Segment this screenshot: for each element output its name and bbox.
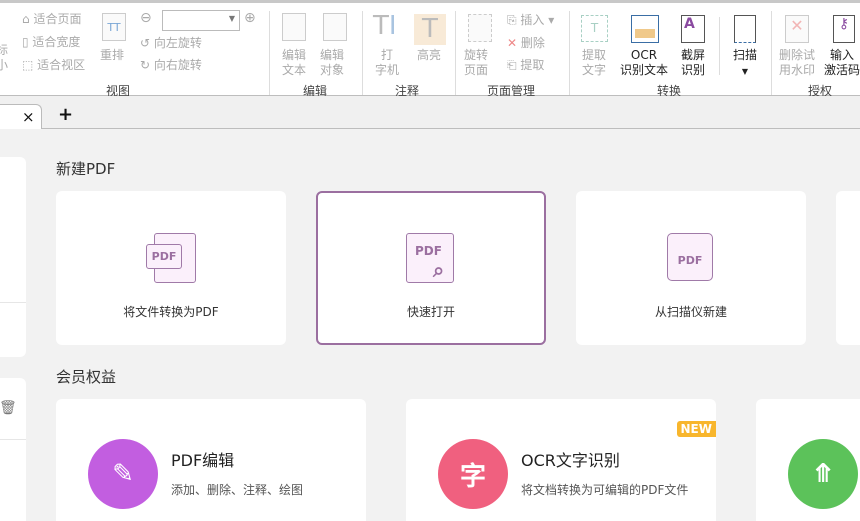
screenshot-ocr-button[interactable]: 截屏 识别 (681, 48, 705, 78)
edit-text-button[interactable]: 编辑 文本 (282, 48, 306, 78)
merge-card[interactable]: ⤊ (756, 399, 860, 521)
more-card[interactable] (836, 191, 860, 345)
convert-to-pdf-card[interactable]: PDF 将文件转换为PDF (56, 191, 286, 345)
from-scanner-card[interactable]: PDF 从扫描仪新建 (576, 191, 806, 345)
fit-page-button[interactable]: ⌂ 适合页面 (22, 12, 81, 26)
fit-width-label: 适合宽度 (32, 35, 81, 49)
rotate-left-label: 向左旋转 (153, 36, 202, 50)
zoom-out-icon[interactable]: ⊖ (140, 11, 152, 25)
ribbon-toolbar: 标 小 ⌂ 适合页面 ▯ 适合宽度 ⬚ 适合视区 TT 重排 ⊖ ▼ ⊕ ↺ 向… (0, 0, 860, 98)
key-icon: ⚷ (833, 15, 855, 43)
divider (0, 302, 26, 303)
reflow-icon: TT (102, 13, 126, 41)
typewriter-button[interactable]: 打 字机 (375, 48, 399, 78)
chevron-down-icon: ▼ (228, 14, 235, 23)
card-desc: 添加、删除、注释、绘图 (171, 483, 304, 497)
remove-watermark-button[interactable]: 删除试 用水印 (779, 48, 815, 78)
add-tab-button[interactable]: + (58, 104, 73, 125)
zoom-in-icon[interactable]: ⊕ (244, 11, 256, 25)
ocr-button[interactable]: OCR 识别文本 (620, 48, 668, 78)
card-label: 从扫描仪新建 (654, 305, 727, 319)
divider (719, 17, 720, 75)
edit-object-icon (323, 13, 347, 41)
pdf-edit-card[interactable]: ✎ PDF编辑 添加、删除、注释、绘图 (56, 399, 366, 521)
divider (771, 11, 772, 95)
divider (362, 11, 363, 95)
ocr-icon (631, 15, 659, 43)
scan-button[interactable]: 扫描 ▼ (733, 48, 757, 79)
ocr-text-icon: 字 (438, 439, 508, 509)
remove-watermark-icon: ✕ (785, 15, 809, 43)
pdf-search-icon: PDF ⌕ (406, 233, 454, 283)
edit-object-button[interactable]: 编辑 对象 (320, 48, 344, 78)
trash-icon[interactable]: 🗑 (0, 400, 17, 416)
extract-text-button[interactable]: 提取 文字 (582, 48, 606, 78)
rotate-page-button[interactable]: 旋转 页面 (464, 48, 488, 78)
fit-view-label: 适合视区 (37, 58, 86, 72)
rotate-left-button[interactable]: ↺ 向左旋转 (140, 36, 202, 50)
tab-document[interactable]: × (0, 104, 42, 129)
section-title-new-pdf: 新建PDF (56, 160, 116, 178)
scanner-icon: PDF (667, 233, 713, 281)
highlight-button[interactable]: 高亮 (417, 48, 441, 63)
card-label: 将文件转换为PDF (123, 305, 219, 319)
card-title: PDF编辑 (171, 451, 235, 470)
card-label: 快速打开 (406, 305, 455, 319)
pencil-icon: ✎ (88, 439, 158, 509)
insert-label: 插入 (520, 13, 545, 27)
fit-page-label: 适合页面 (33, 12, 82, 26)
delete-button[interactable]: ✕ 删除 (507, 36, 545, 50)
reflow-button[interactable]: 重排 (100, 48, 124, 63)
new-badge: NEW (676, 421, 716, 437)
divider (569, 11, 570, 95)
merge-icon: ⤊ (788, 439, 858, 509)
typewriter-icon: TI (373, 11, 397, 41)
fit-width-button[interactable]: ▯ 适合宽度 (22, 35, 80, 49)
screenshot-ocr-icon: A (681, 15, 705, 43)
highlight-icon: T (414, 14, 446, 45)
scan-icon (734, 15, 756, 43)
card-desc: 将文档转换为可编辑的PDF文件 (521, 483, 689, 497)
divider (0, 439, 26, 440)
activation-button[interactable]: 输入 激活码 (824, 48, 860, 78)
fit-view-button[interactable]: ⬚ 适合视区 (22, 58, 85, 72)
extract-label: 提取 (520, 58, 545, 72)
delete-label: 删除 (520, 36, 545, 50)
tab-bar: × + (0, 96, 860, 129)
ocr-highlight (635, 29, 655, 38)
ocr-card[interactable]: 字 OCR文字识别 将文档转换为可编辑的PDF文件 NEW (406, 399, 716, 521)
scan-label: 扫描 (733, 48, 758, 62)
pdf-label-icon: PDF (146, 244, 182, 269)
insert-button[interactable]: ⎘ 插入 ▾ (507, 13, 554, 27)
section-title-member: 会员权益 (56, 368, 117, 386)
card-title: OCR文字识别 (521, 451, 620, 470)
partial-button[interactable]: 标 小 (0, 43, 8, 73)
zoom-select[interactable]: ▼ (162, 10, 240, 31)
extract-text-icon: T (581, 15, 608, 42)
rotate-right-button[interactable]: ↻ 向右旋转 (140, 58, 202, 72)
quick-open-card[interactable]: PDF ⌕ 快速打开 (316, 191, 546, 345)
edit-text-icon (282, 13, 306, 41)
divider (455, 11, 456, 95)
close-icon[interactable]: × (22, 108, 35, 126)
rotate-right-label: 向右旋转 (153, 58, 202, 72)
extract-button[interactable]: ⎗ 提取 (507, 58, 544, 72)
magnifier-icon: ⌕ (433, 258, 445, 282)
rotate-page-icon (468, 14, 492, 42)
divider (269, 11, 270, 95)
file-panel: 🗑 (0, 378, 26, 521)
recent-panel (0, 157, 26, 357)
chevron-down-icon: ▼ (741, 67, 749, 76)
